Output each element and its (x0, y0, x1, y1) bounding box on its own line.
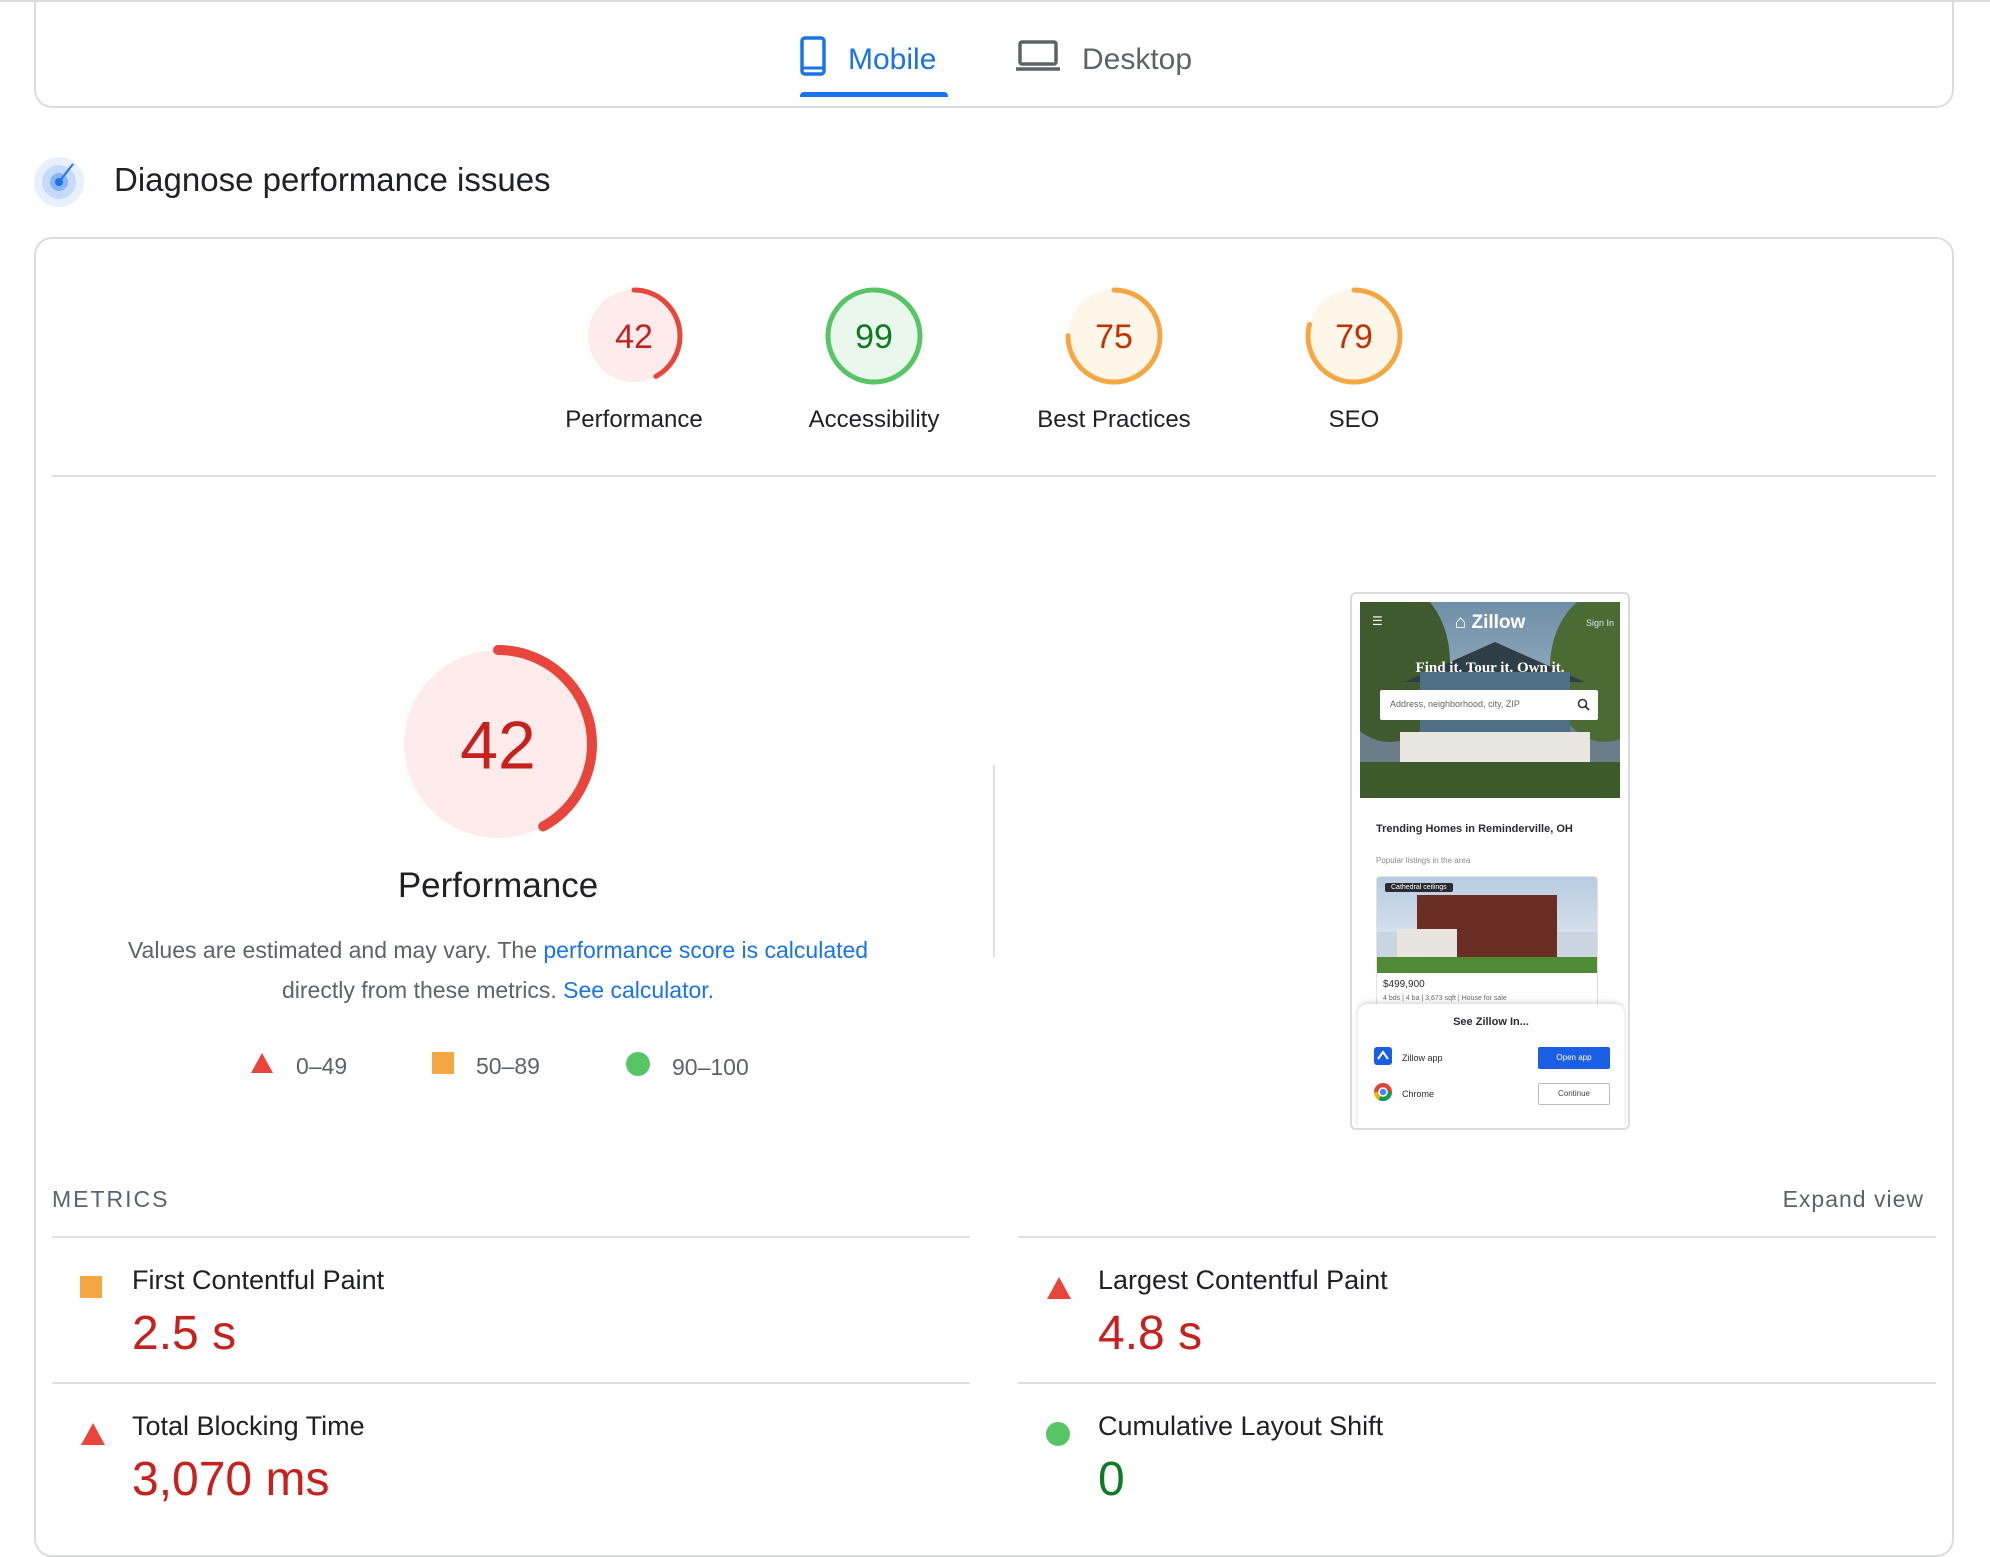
score-gauge-accessibility[interactable]: 99 Accessibility (774, 286, 974, 434)
listing-price: $499,900 (1383, 979, 1425, 990)
metric-value: 3,070 ms (132, 1453, 330, 1506)
performance-gauge-large: 42 (396, 642, 600, 846)
legend-pass: 90–100 (626, 1052, 749, 1082)
listing-tag: Cathedral ceilings (1385, 883, 1453, 892)
score-label: SEO (1328, 406, 1380, 433)
open-app-button: Open app (1538, 1047, 1610, 1069)
expand-view-button[interactable]: Expand view (1783, 1186, 1924, 1213)
divider (52, 475, 1936, 477)
score-value: 99 (855, 318, 893, 356)
hero-image: ☰ ⌂ Zillow Sign In Find it. Tour it. Own… (1360, 602, 1620, 798)
metric-divider (52, 1236, 970, 1238)
metrics-heading: METRICS (52, 1186, 170, 1212)
triangle-icon (250, 1052, 274, 1080)
hero-tagline: Find it. Tour it. Own it. (1415, 660, 1565, 676)
circle-icon (626, 1052, 650, 1082)
legend-fail-range: 0–49 (296, 1052, 348, 1079)
trending-subtitle: Popular listings in the area (1376, 856, 1471, 865)
zillow-app-name: Zillow app (1402, 1053, 1443, 1063)
score-value: 42 (460, 707, 536, 783)
desc-text: Values are estimated and may vary. The (127, 937, 544, 963)
score-gauge-seo[interactable]: 79 SEO (1254, 286, 1454, 434)
metric-label: Largest Contentful Paint (1098, 1265, 1388, 1295)
legend-average: 50–89 (432, 1052, 540, 1080)
score-value: 79 (1335, 318, 1373, 356)
performance-title: Performance (397, 866, 599, 905)
performance-description: Values are estimated and may vary. The p… (100, 930, 896, 1010)
square-icon (80, 1276, 102, 1303)
radar-icon (33, 156, 85, 208)
trending-title: Trending Homes in Reminderville, OH (1376, 823, 1573, 835)
open-in-sheet: See Zillow In... Zillow app Open app Chr… (1358, 1004, 1624, 1128)
score-label: Best Practices (1037, 406, 1191, 433)
legend-pass-range: 90–100 (672, 1053, 749, 1080)
desc-text-2: directly from these metrics. (281, 977, 564, 1003)
metric-value: 4.8 s (1098, 1307, 1203, 1360)
metric-label: Total Blocking Time (132, 1411, 365, 1441)
listing-card: Cathedral ceilings $499,900 4 bds | 4 ba… (1376, 876, 1598, 1018)
tab-desktop[interactable]: Desktop (1016, 22, 1192, 98)
smartphone-icon (800, 36, 826, 84)
metric-divider (1018, 1236, 1936, 1238)
continue-button: Continue (1538, 1083, 1610, 1105)
search-icon (1577, 698, 1590, 716)
see-calculator-link[interactable]: See calculator. (563, 977, 714, 1003)
tab-desktop-label: Desktop (1082, 43, 1193, 76)
metric-cumulative-layout-shift: Cumulative Layout Shift 0 (1018, 1406, 1918, 1514)
metric-value: 2.5 s (132, 1307, 237, 1360)
score-gauge-performance[interactable]: 42 Performance (534, 286, 734, 434)
listing-meta: 4 bds | 4 ba | 3,673 sqft | House for sa… (1383, 995, 1507, 1002)
final-screenshot[interactable]: ☰ ⌂ Zillow Sign In Find it. Tour it. Own… (1350, 592, 1630, 1130)
tab-mobile-label: Mobile (848, 43, 937, 76)
metric-largest-contentful-paint: Largest Contentful Paint 4.8 s (1018, 1260, 1918, 1370)
device-tabs-card (34, 0, 1954, 108)
legend-average-range: 50–89 (476, 1052, 540, 1079)
metric-label: Cumulative Layout Shift (1098, 1411, 1384, 1441)
tab-mobile[interactable]: Mobile (800, 22, 936, 98)
metric-divider (1018, 1382, 1936, 1384)
sign-in-link: Sign In (1585, 618, 1614, 628)
active-tab-indicator (800, 92, 948, 97)
metric-label: First Contentful Paint (132, 1265, 385, 1295)
sheet-title: See Zillow In... (1453, 1016, 1529, 1028)
zillow-search-placeholder: Address, neighborhood, city, ZIP (1390, 699, 1520, 709)
circle-icon (1046, 1422, 1070, 1451)
metric-value: 0 (1098, 1453, 1125, 1506)
zillow-app-row: Zillow app Open app (1374, 1046, 1610, 1070)
metric-divider (52, 1382, 970, 1384)
score-value: 75 (1095, 318, 1133, 356)
vertical-divider (993, 765, 995, 957)
score-value: 42 (615, 318, 653, 356)
triangle-icon (80, 1422, 106, 1451)
square-icon (432, 1052, 454, 1080)
zillow-app-icon (1374, 1046, 1392, 1070)
score-label: Accessibility (808, 406, 940, 433)
triangle-icon (1046, 1276, 1072, 1305)
chrome-row: Chrome Continue (1374, 1082, 1610, 1106)
chrome-icon (1374, 1082, 1392, 1106)
metric-total-blocking-time: Total Blocking Time 3,070 ms (52, 1406, 952, 1514)
chrome-name: Chrome (1402, 1089, 1435, 1099)
score-gauge-best-practices[interactable]: 75 Best Practices (1014, 286, 1214, 434)
score-calculated-link[interactable]: performance score is calculated (543, 937, 868, 963)
legend-fail: 0–49 (250, 1052, 347, 1080)
zillow-logo: ⌂ Zillow (1454, 612, 1526, 633)
score-label: Performance (565, 406, 703, 433)
metric-first-contentful-paint: First Contentful Paint 2.5 s (52, 1260, 952, 1370)
section-title: Diagnose performance issues (114, 161, 551, 198)
zillow-search-box: Address, neighborhood, city, ZIP (1380, 690, 1598, 720)
laptop-icon (1016, 40, 1060, 80)
